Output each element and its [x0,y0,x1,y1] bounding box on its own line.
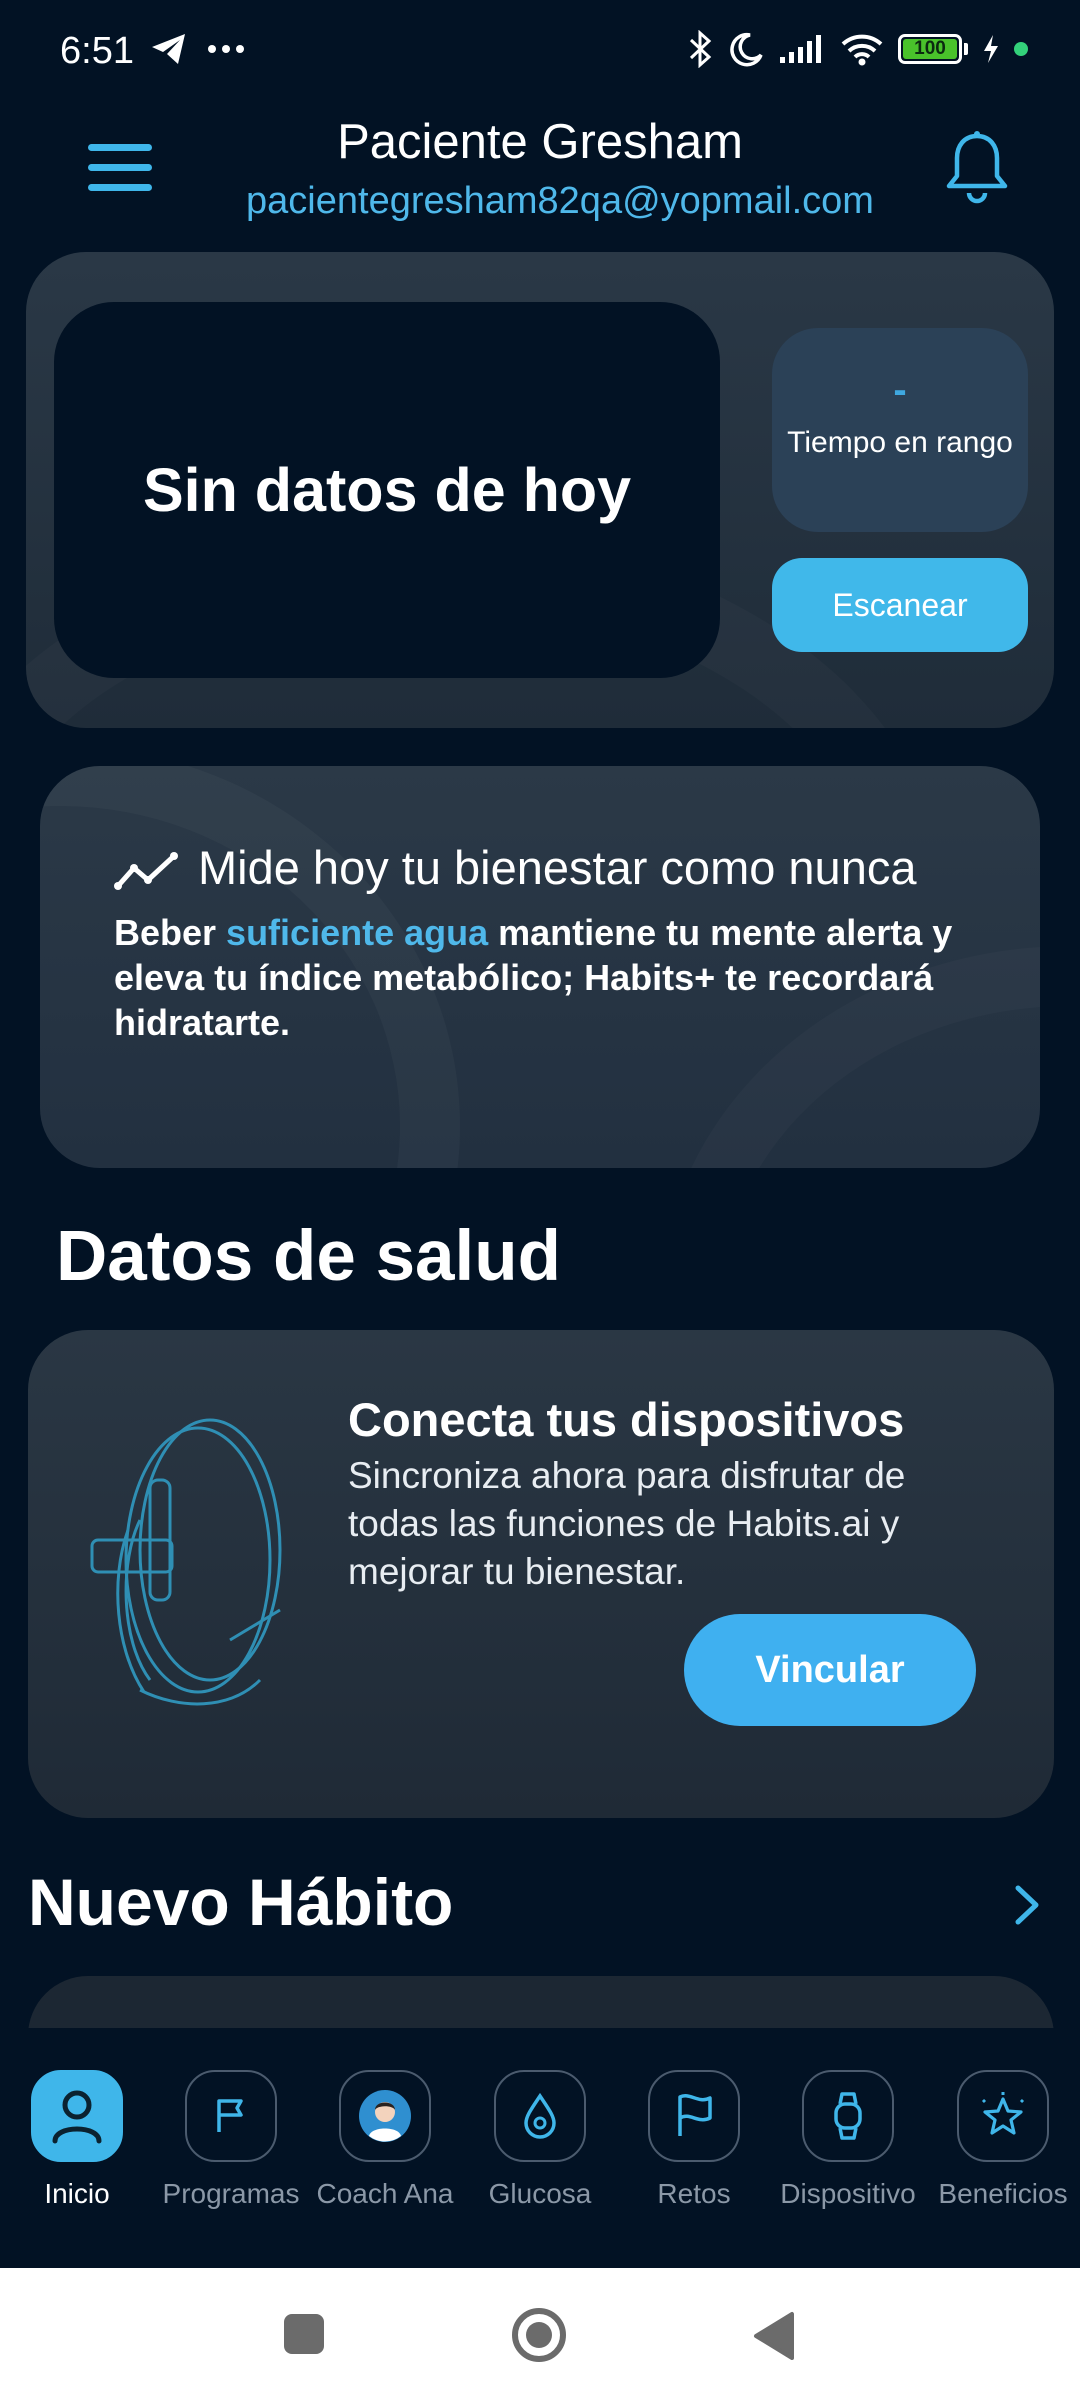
scan-button[interactable]: Escanear [772,558,1028,652]
telegram-icon [152,34,185,64]
battery-level: 100 [914,38,946,59]
watch-icon [802,2070,894,2162]
trend-line-icon [114,852,178,890]
nav-item-retos[interactable]: Retos [619,2070,769,2210]
more-icon [208,45,244,53]
tip-body: Beber suficiente agua mantiene tu mente … [114,910,974,1045]
time-in-range-value: - [893,368,907,412]
moon-icon [730,32,763,67]
nav-item-glucosa[interactable]: Glucosa [465,2070,615,2210]
no-data-message: Sin datos de hoy [142,456,632,524]
link-device-button[interactable]: Vincular [684,1614,976,1726]
nav-label-inicio: Inicio [44,2178,110,2209]
tip-highlight: suficiente agua [226,912,489,953]
flag-icon [648,2070,740,2162]
battery-tip [964,43,968,55]
status-right-icons: 100 [688,30,1028,68]
fitness-band-image [90,1418,282,1706]
battery-icon: 100 [898,34,962,64]
nav-label-dispositivo: Dispositivo [780,2178,916,2209]
nav-item-coach-ana[interactable]: Coach Ana [310,2070,460,2210]
connect-devices-title: Conecta tus dispositivos [348,1393,905,1446]
user-icon [31,2070,123,2162]
nav-label-coach-ana: Coach Ana [316,2178,454,2209]
drop-icon [494,2070,586,2162]
nav-label-programas: Programas [162,2178,300,2209]
nav-item-dispositivo[interactable]: Dispositivo [773,2070,923,2210]
recent-apps-icon[interactable] [284,2314,324,2354]
new-habit-heading: Nuevo Hábito [28,1865,454,1939]
coach-avatar-icon [339,2070,431,2162]
back-icon[interactable] [752,2310,796,2362]
time-in-range-label: Tiempo en rango [787,426,1013,459]
chevron-right-icon[interactable] [1010,1884,1042,1926]
bluetooth-icon [689,30,712,68]
user-name: Paciente Gresham [337,115,743,169]
home-icon[interactable] [510,2306,568,2364]
notification-bell-icon[interactable] [944,130,1010,206]
connect-devices-text: Sincroniza ahora para disfrutar de todas… [348,1455,906,1592]
charging-dot-icon [1014,42,1028,56]
star-icon [957,2070,1049,2162]
charging-icon [984,35,998,63]
health-data-heading: Datos de salud [56,1217,562,1296]
nav-item-beneficios[interactable]: Beneficios [928,2070,1078,2210]
tip-body-start: Beber [114,912,227,953]
glucose-today-panel: Sin datos de hoy [54,302,720,678]
time-in-range-box: - Tiempo en rango [772,328,1028,532]
nav-item-inicio[interactable]: Inicio [2,2070,152,2210]
signal-icon [780,35,821,63]
tip-title: Mide hoy tu bienestar como nunca [198,841,917,894]
status-left-icons [150,32,246,66]
nav-label-glucosa: Glucosa [488,2178,592,2209]
nav-item-programas[interactable]: Programas [156,2070,306,2210]
user-email: pacientegresham82qa@yopmail.com [246,180,874,222]
wifi-icon [841,34,883,66]
nav-label-beneficios: Beneficios [938,2178,1068,2209]
nav-label-retos: Retos [657,2178,731,2209]
flag-icon [185,2070,277,2162]
status-time: 6:51 [60,30,134,72]
